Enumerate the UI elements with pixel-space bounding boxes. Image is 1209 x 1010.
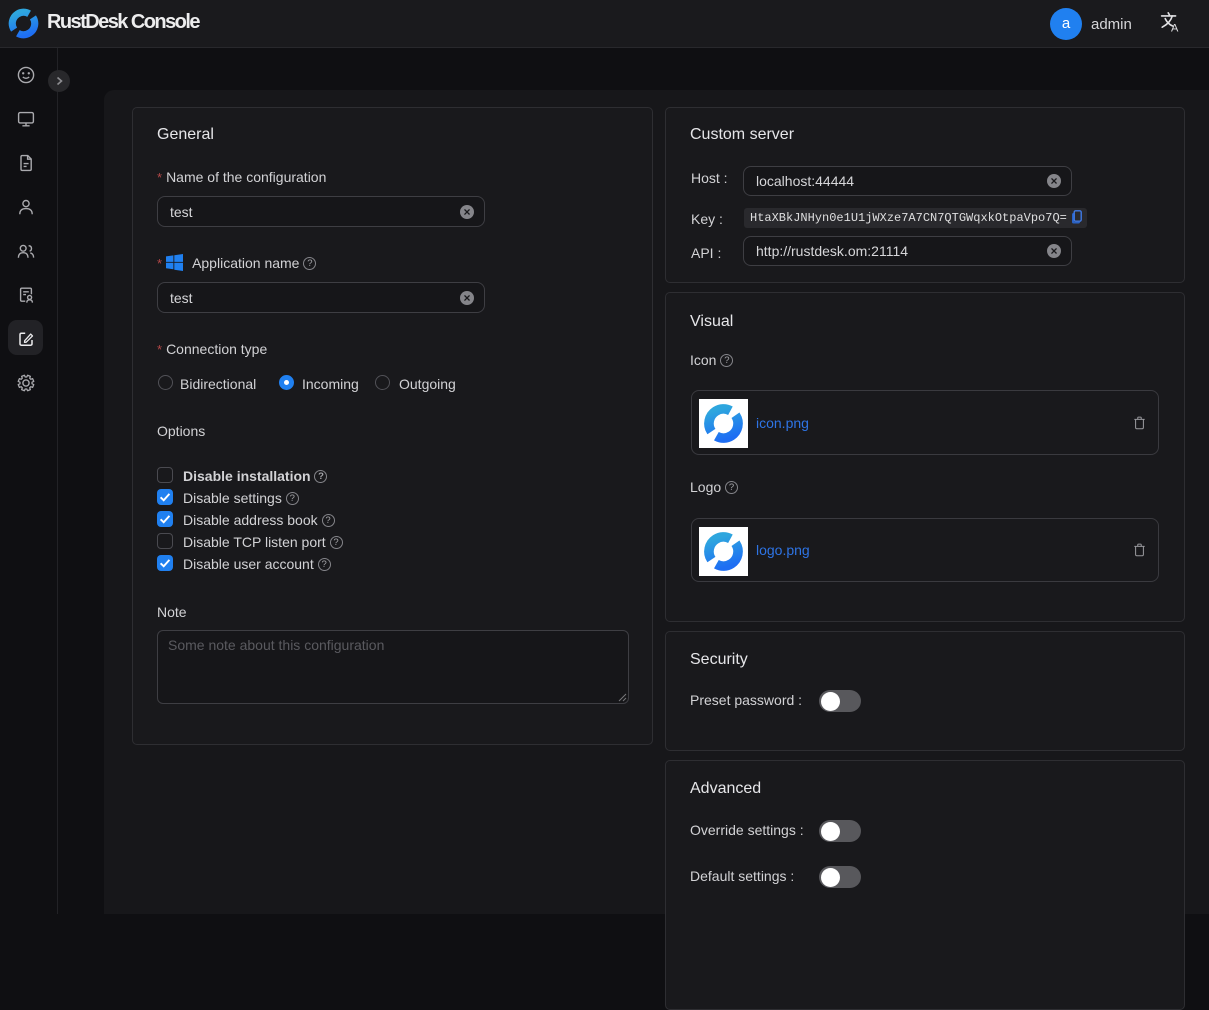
svg-text:A: A (1171, 23, 1179, 34)
